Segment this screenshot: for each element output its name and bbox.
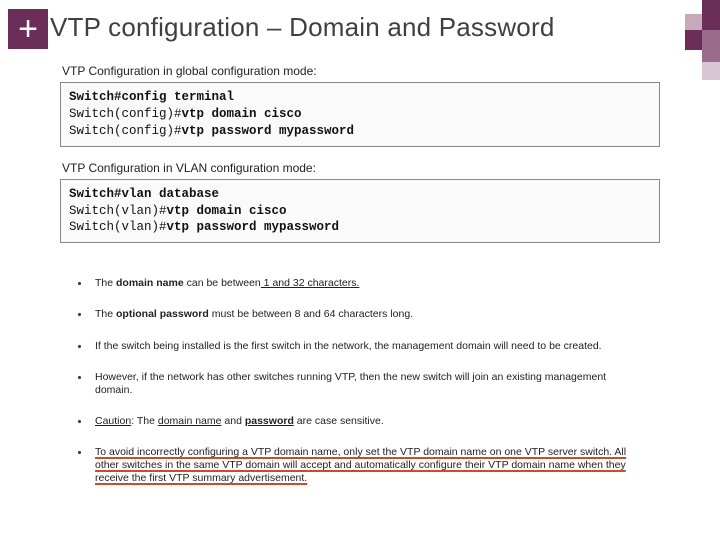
slide-content: VTP Configuration in global configuratio… xyxy=(0,54,720,485)
slide-header: + VTP configuration – Domain and Passwor… xyxy=(0,0,720,54)
list-item: To avoid incorrectly configuring a VTP d… xyxy=(78,446,642,485)
cmd-text: vtp domain cisco xyxy=(182,107,302,121)
bullet-icon xyxy=(78,282,81,285)
bullet-icon xyxy=(78,420,81,423)
command-box-vlan: Switch#vlan database Switch(vlan)#vtp do… xyxy=(60,179,660,244)
bullet-text: The optional password must be between 8 … xyxy=(95,308,413,321)
cmd-text: vtp password mypassword xyxy=(167,220,340,234)
section-label-global: VTP Configuration in global configuratio… xyxy=(62,64,660,78)
cmd-line: Switch#config terminal xyxy=(69,90,234,104)
list-item: If the switch being installed is the fir… xyxy=(78,340,642,353)
cmd-line: Switch#vlan database xyxy=(69,187,219,201)
cmd-text: vtp password mypassword xyxy=(182,124,355,138)
command-box-global: Switch#config terminal Switch(config)#vt… xyxy=(60,82,660,147)
bullet-icon xyxy=(78,376,81,379)
bullet-text: To avoid incorrectly configuring a VTP d… xyxy=(95,446,642,485)
corner-decoration xyxy=(630,0,720,80)
bullet-text: Caution: The domain name and password ar… xyxy=(95,415,384,428)
section-label-vlan: VTP Configuration in VLAN configuration … xyxy=(62,161,660,175)
cmd-prompt: Switch(vlan)# xyxy=(69,204,167,218)
list-item: The optional password must be between 8 … xyxy=(78,308,642,321)
page-title: VTP configuration – Domain and Password xyxy=(50,12,554,43)
bullet-icon xyxy=(78,451,81,454)
list-item: Caution: The domain name and password ar… xyxy=(78,415,642,428)
bullet-icon xyxy=(78,313,81,316)
cmd-text: vtp domain cisco xyxy=(167,204,287,218)
bullet-text: However, if the network has other switch… xyxy=(95,371,642,397)
list-item: However, if the network has other switch… xyxy=(78,371,642,397)
cmd-prompt: Switch(config)# xyxy=(69,124,182,138)
cmd-prompt: Switch(vlan)# xyxy=(69,220,167,234)
list-item: The domain name can be between 1 and 32 … xyxy=(78,277,642,290)
bullet-list: The domain name can be between 1 and 32 … xyxy=(60,277,660,485)
plus-icon: + xyxy=(8,9,48,49)
bullet-text: If the switch being installed is the fir… xyxy=(95,340,602,353)
bullet-icon xyxy=(78,345,81,348)
cmd-prompt: Switch(config)# xyxy=(69,107,182,121)
bullet-text: The domain name can be between 1 and 32 … xyxy=(95,277,359,290)
